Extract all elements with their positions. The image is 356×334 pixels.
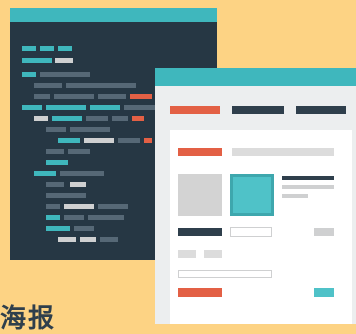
wide-input-field xyxy=(178,270,272,278)
text-line xyxy=(282,194,308,198)
nav-item xyxy=(232,106,284,114)
caption-text: 海报 xyxy=(0,304,57,334)
image-placeholder xyxy=(178,174,222,216)
page-content xyxy=(170,130,352,324)
small-block xyxy=(314,228,334,236)
browser-title-bar xyxy=(155,68,356,86)
code-editor-title-bar xyxy=(10,8,217,22)
secondary-button xyxy=(314,288,334,297)
nav-item-active xyxy=(170,106,220,114)
action-button xyxy=(178,288,222,297)
heading-block xyxy=(178,148,222,156)
image-selected xyxy=(230,174,274,216)
input-field xyxy=(230,227,272,237)
browser-window-icon xyxy=(155,68,356,324)
heading-line xyxy=(232,148,334,156)
nav-item xyxy=(296,106,346,114)
small-block xyxy=(178,250,196,258)
label-block xyxy=(178,228,222,236)
text-line xyxy=(282,185,334,189)
small-block xyxy=(204,250,222,258)
text-line xyxy=(282,176,334,180)
